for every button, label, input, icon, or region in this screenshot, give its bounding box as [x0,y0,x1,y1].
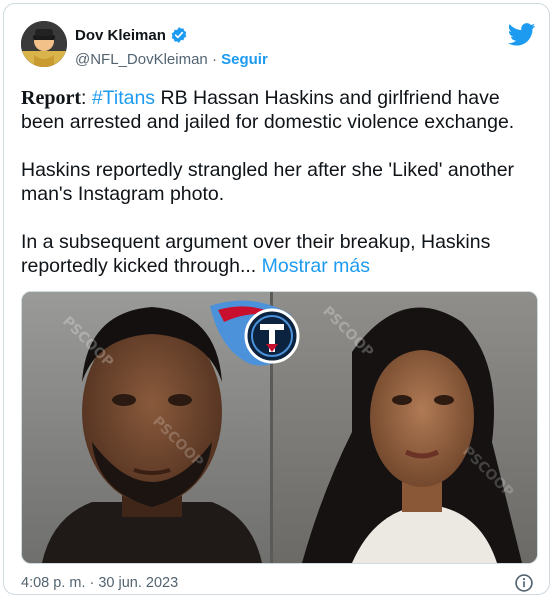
follow-button[interactable]: Seguir [221,51,268,68]
tweet-timestamp[interactable]: 4:08 p. m. · 30 jun. 2023 [21,575,178,591]
author-name-row[interactable]: Dov Kleiman [75,26,188,44]
tweet-para3-text: In a subsequent argument over their brea… [21,231,491,277]
colon: : [80,87,87,109]
verified-badge-icon [171,27,187,43]
avatar[interactable] [21,21,67,67]
author-handle-row: @NFL_DovKleiman · Seguir [75,51,268,68]
mugshot-image: PSCOOP PSCOOP PSCOOP PSCOOP [22,292,537,563]
tweet-paragraph-1: Report: #Titans RB Hassan Haskins and gi… [21,86,541,134]
tweet-paragraph-3: In a subsequent argument over their brea… [21,230,541,278]
separator: · [211,51,217,68]
tweet-text: Report: #Titans RB Hassan Haskins and gi… [21,86,541,302]
author-handle[interactable]: @NFL_DovKleiman [75,51,208,68]
avatar-image [21,21,67,67]
twitter-bird-icon[interactable] [508,23,536,46]
show-more-link[interactable]: Mostrar más [262,255,370,277]
author-name[interactable]: Dov Kleiman [75,27,166,44]
tweet-paragraph-2: Haskins reportedly strangled her after s… [21,159,515,205]
tweet-card: Dov Kleiman @NFL_DovKleiman · Seguir Rep… [3,3,550,595]
hashtag-link[interactable]: #Titans [92,87,155,109]
info-icon[interactable] [514,573,534,593]
tweet-media[interactable]: PSCOOP PSCOOP PSCOOP PSCOOP [21,291,538,564]
report-label: Report [21,87,81,109]
